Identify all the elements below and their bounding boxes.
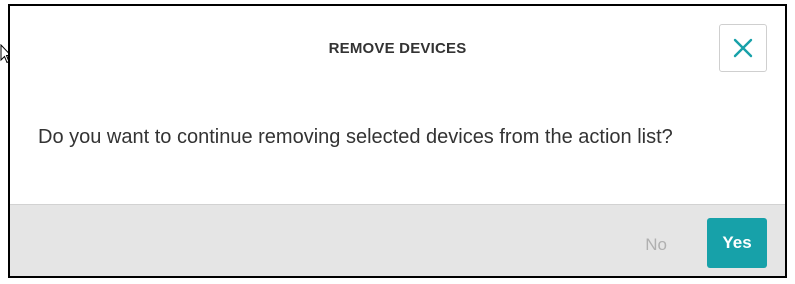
dialog-footer: No Yes xyxy=(10,204,785,276)
remove-devices-dialog: REMOVE DEVICES Do you want to continue r… xyxy=(8,4,787,278)
dialog-header: REMOVE DEVICES xyxy=(10,6,785,90)
no-button[interactable]: No xyxy=(645,235,667,255)
close-icon xyxy=(733,38,753,58)
dialog-title: REMOVE DEVICES xyxy=(328,40,467,57)
yes-button[interactable]: Yes xyxy=(707,218,767,268)
confirmation-message: Do you want to continue removing selecte… xyxy=(38,126,673,148)
dialog-body: Do you want to continue removing selecte… xyxy=(10,90,785,204)
close-button[interactable] xyxy=(719,24,767,72)
